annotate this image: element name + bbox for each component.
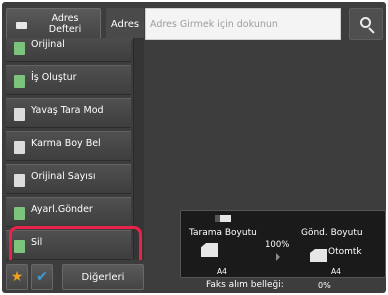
original-icon xyxy=(14,42,25,55)
search-button[interactable] xyxy=(349,8,383,40)
scan-info-panel[interactable]: Tarama Boyutu Gönd. Boyutu 100% Otomtk A… xyxy=(180,210,386,278)
mode-item-label: Ayarl.Gönder xyxy=(31,204,93,215)
mode-item-label: İş Oluştur xyxy=(31,72,77,83)
star-icon: ★ xyxy=(10,269,24,285)
address-book-label: Adres Defteri xyxy=(48,13,82,35)
mode-item-label: Karma Boy Bel xyxy=(31,138,101,149)
others-button[interactable]: Diğerleri xyxy=(62,264,144,290)
fax-screen: Adres Defteri Adres Adres Girmek için do… xyxy=(2,2,386,293)
send-size-value: A4 xyxy=(331,267,341,276)
fax-memory-label: Faks alım belleği: xyxy=(206,280,284,290)
checkmark-icon: ✔ xyxy=(36,269,48,285)
send-size-label: Gönd. Boyutu xyxy=(301,228,363,238)
slow-scan-icon xyxy=(14,108,25,121)
address-button[interactable]: Adres xyxy=(106,8,144,40)
address-book-icon xyxy=(16,22,27,29)
address-book-button[interactable]: Adres Defteri xyxy=(6,8,101,40)
mode-list: Orijinal İş Oluştur Yavaş Tara Mod Karma… xyxy=(6,38,144,260)
fax-memory-value: 0% xyxy=(318,281,331,290)
ratio-value: 100% xyxy=(265,240,290,250)
mode-item-label: Yavaş Tara Mod xyxy=(31,105,104,116)
mode-item-label: Orijinal xyxy=(31,39,65,50)
paper-icon xyxy=(201,243,218,257)
mode-item-mixed-size[interactable]: Karma Boy Bel xyxy=(6,131,131,161)
mixed-size-icon xyxy=(14,141,25,154)
scan-size-label: Tarama Boyutu xyxy=(189,228,257,238)
send-auto-label: Otomtk xyxy=(328,247,362,257)
check-button[interactable]: ✔ xyxy=(31,264,53,290)
original-count-icon xyxy=(14,174,25,187)
mode-item-job-build[interactable]: İş Oluştur xyxy=(6,65,131,95)
favorites-button[interactable]: ★ xyxy=(6,264,28,290)
job-build-icon xyxy=(14,75,25,88)
mode-item-slow-scan[interactable]: Yavaş Tara Mod xyxy=(6,98,131,128)
original-size-icon xyxy=(215,215,231,222)
mode-item-original[interactable]: Orijinal xyxy=(6,38,131,62)
mode-item-label: Orijinal Sayısı xyxy=(31,171,96,182)
scan-size-value: A4 xyxy=(217,267,227,276)
mode-item-original-count[interactable]: Orijinal Sayısı xyxy=(6,164,131,194)
paper-icon xyxy=(310,249,327,262)
arrow-right-icon xyxy=(276,253,280,261)
mode-item-timer-send[interactable]: Ayarl.Gönder xyxy=(6,197,131,227)
address-input[interactable]: Adres Girmek için dokunun xyxy=(145,8,341,40)
timer-send-icon xyxy=(14,207,25,220)
highlight-ring xyxy=(9,226,142,260)
